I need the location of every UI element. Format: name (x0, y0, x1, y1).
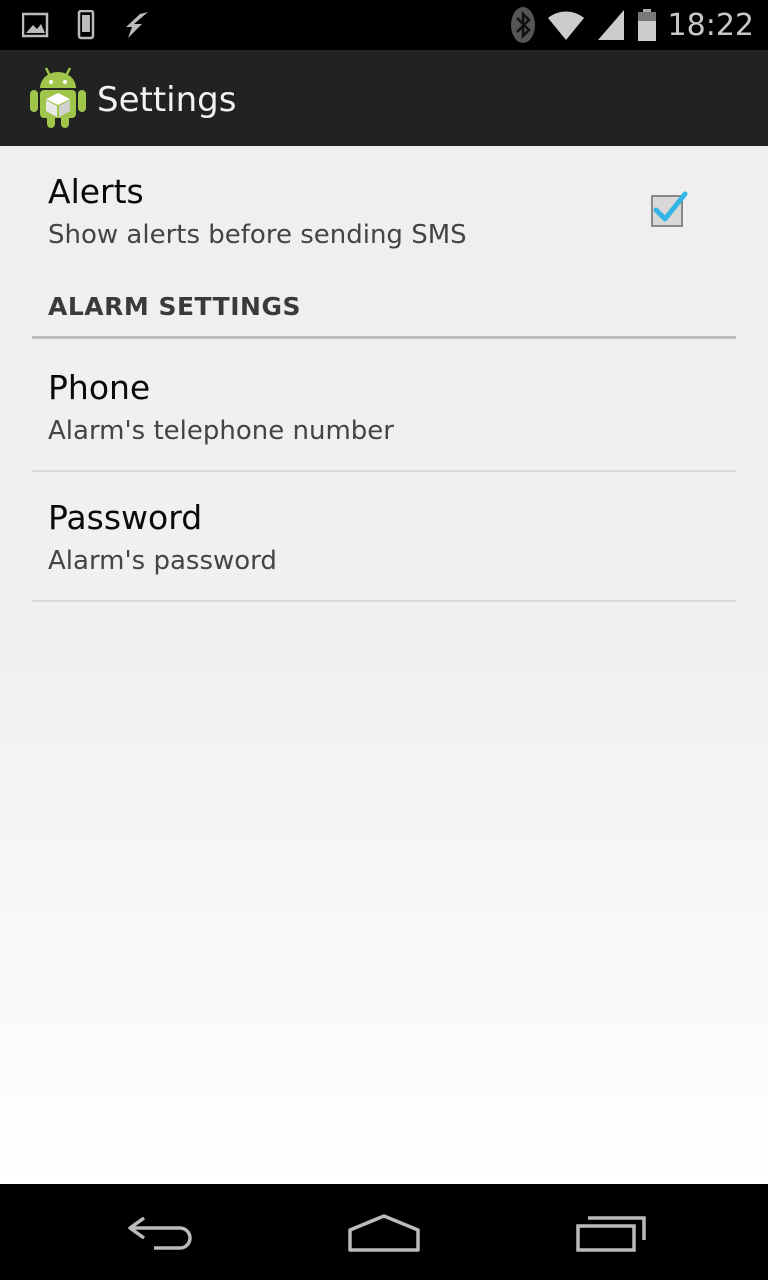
battery-icon (637, 9, 656, 41)
preference-title: Password (48, 498, 203, 537)
divider (32, 600, 736, 602)
flash-notification-icon (126, 12, 148, 38)
signal-icon (597, 10, 624, 40)
action-bar: Settings (0, 50, 768, 146)
home-icon[interactable] (346, 1212, 422, 1254)
category-divider (32, 336, 736, 339)
back-icon[interactable] (124, 1212, 196, 1252)
page-title: Settings (97, 80, 237, 120)
preference-summary: Alarm's password (48, 546, 277, 576)
preference-title: Phone (48, 368, 151, 407)
status-bar: 18:22 (0, 0, 768, 50)
wifi-icon (547, 11, 584, 40)
alerts-checkbox[interactable] (648, 188, 688, 228)
phone-notification-icon (77, 10, 95, 40)
bluetooth-icon (510, 7, 535, 43)
preferences-list: Alerts Show alerts before sending SMS AL… (0, 146, 768, 1184)
preference-summary: Alarm's telephone number (48, 416, 394, 446)
android-app-icon[interactable] (28, 64, 88, 130)
clock: 18:22 (667, 7, 754, 43)
preference-summary: Show alerts before sending SMS (48, 220, 467, 250)
divider (32, 470, 736, 472)
category-header: ALARM SETTINGS (48, 292, 301, 321)
navigation-bar (0, 1184, 768, 1280)
recent-apps-icon[interactable] (574, 1212, 648, 1252)
image-notification-icon (22, 12, 49, 38)
preference-title: Alerts (48, 172, 144, 211)
